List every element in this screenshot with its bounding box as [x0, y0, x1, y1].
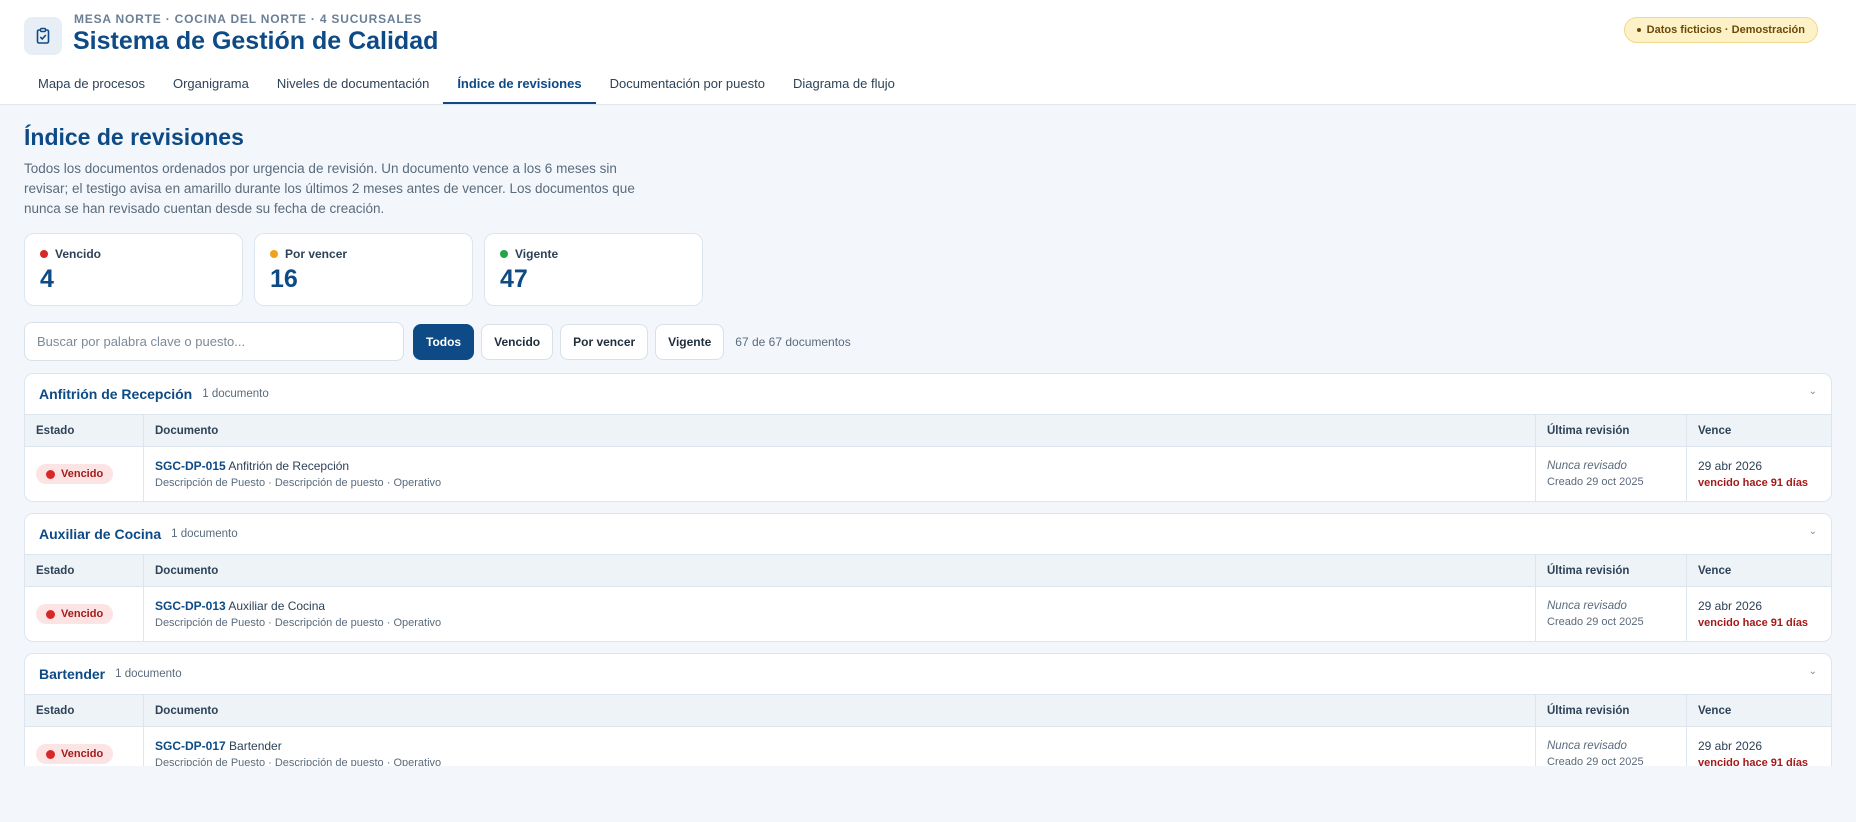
status-badge: Vencido [36, 464, 114, 484]
column-header: Última revisión [1535, 415, 1686, 446]
tab-diagrama-de-flujo[interactable]: Diagrama de flujo [779, 69, 909, 104]
group-header[interactable]: Auxiliar de Cocina 1 documento ⌄ [25, 514, 1831, 554]
column-header: Última revisión [1535, 695, 1686, 726]
group-auxiliar-de-cocina: Auxiliar de Cocina 1 documento ⌄ Estado … [24, 513, 1832, 642]
tab-indice-de-revisiones[interactable]: Índice de revisiones [443, 69, 596, 104]
filter-toolbar: Todos Vencido Por vencer Vigente 67 de 6… [24, 322, 851, 361]
column-header: Estado [36, 704, 75, 717]
search-input[interactable] [24, 322, 404, 361]
table-header: Estado Documento Última revisión Vence [25, 414, 1831, 447]
column-header: Documento [143, 695, 1535, 726]
status-dot-icon [46, 469, 55, 479]
chevron-down-icon[interactable]: ⌄ [1809, 526, 1817, 537]
status-badge: Vencido [36, 604, 114, 624]
table-row[interactable]: Vencido SGC-DP-013 Auxiliar de Cocina De… [25, 587, 1831, 641]
document-groups: Anfitrión de Recepción 1 documento ⌄ Est… [24, 373, 1832, 793]
column-header: Vence [1686, 555, 1831, 586]
document-title: Anfitrión de Recepción [228, 459, 350, 473]
created-date: Creado 29 oct 2025 [1547, 476, 1644, 488]
filter-vigente-button[interactable]: Vigente [655, 323, 725, 360]
status-dot-icon [500, 250, 508, 258]
status-dot-icon [46, 609, 55, 619]
result-count: 67 de 67 documentos [735, 334, 851, 349]
scroll-cutoff [0, 766, 1856, 822]
app-header: MESA NORTE · COCINA DEL NORTE · 4 SUCURS… [0, 0, 1856, 105]
document-title: Auxiliar de Cocina [228, 599, 326, 613]
created-date: Creado 29 oct 2025 [1547, 616, 1644, 628]
group-name: Bartender [39, 666, 106, 682]
bullet-icon [1636, 28, 1641, 32]
group-count: 1 documento [202, 388, 269, 400]
column-header: Última revisión [1535, 555, 1686, 586]
last-review: Nunca revisado [1547, 740, 1627, 752]
tab-documentacion-por-puesto[interactable]: Documentación por puesto [596, 69, 779, 104]
table-header: Estado Documento Última revisión Vence [25, 554, 1831, 587]
group-bartender: Bartender 1 documento ⌄ Estado Documento… [24, 653, 1832, 782]
demo-badge: Datos ficticios · Demostración [1623, 17, 1818, 43]
filter-todos-button[interactable]: Todos [413, 323, 475, 360]
chevron-down-icon[interactable]: ⌄ [1809, 386, 1817, 397]
document-code[interactable]: SGC-DP-013 [155, 599, 226, 613]
filter-por-vencer-button[interactable]: Por vencer [560, 323, 649, 360]
status-dot-icon [40, 250, 48, 258]
status-badge: Vencido [36, 744, 114, 764]
due-date: 29 abr 2026 [1698, 459, 1763, 473]
column-header: Vence [1686, 415, 1831, 446]
column-header: Estado [36, 424, 75, 437]
column-header: Documento [143, 415, 1535, 446]
group-name: Auxiliar de Cocina [39, 526, 162, 542]
app-title: Sistema de Gestión de Calidad [73, 27, 439, 55]
column-header: Vence [1686, 695, 1831, 726]
due-date: 29 abr 2026 [1698, 739, 1763, 753]
group-count: 1 documento [171, 528, 238, 540]
last-review: Nunca revisado [1547, 600, 1627, 612]
tab-organigrama[interactable]: Organigrama [159, 69, 263, 104]
main-tabs: Mapa de procesos Organigrama Niveles de … [24, 69, 909, 104]
stat-card-por-vencer: Por vencer 16 [254, 233, 473, 306]
stat-card-vencido: Vencido 4 [24, 233, 243, 306]
document-meta: Descripción de Puesto · Descripción de p… [155, 617, 442, 629]
filter-vencido-button[interactable]: Vencido [481, 323, 554, 360]
group-anfitrion-de-recepcion: Anfitrión de Recepción 1 documento ⌄ Est… [24, 373, 1832, 502]
last-review: Nunca revisado [1547, 460, 1627, 472]
stat-card-vigente: Vigente 47 [484, 233, 703, 306]
app-eyebrow: MESA NORTE · COCINA DEL NORTE · 4 SUCURS… [74, 12, 423, 26]
stat-label: Vigente [515, 247, 559, 261]
due-note: vencido hace 91 días [1698, 477, 1809, 489]
tab-niveles-de-documentacion[interactable]: Niveles de documentación [263, 69, 443, 104]
group-header[interactable]: Anfitrión de Recepción 1 documento ⌄ [25, 374, 1831, 414]
page-description: Todos los documentos ordenados por urgen… [24, 161, 635, 216]
status-dot-icon [270, 250, 278, 258]
document-code[interactable]: SGC-DP-017 [155, 739, 226, 753]
group-header[interactable]: Bartender 1 documento ⌄ [25, 654, 1831, 694]
group-count: 1 documento [115, 668, 182, 680]
column-header: Estado [36, 564, 75, 577]
document-title: Bartender [229, 739, 282, 753]
demo-badge-label: Datos ficticios · Demostración [1646, 24, 1805, 36]
document-code[interactable]: SGC-DP-015 [155, 459, 226, 473]
document-meta: Descripción de Puesto · Descripción de p… [155, 477, 442, 489]
tab-mapa-de-procesos[interactable]: Mapa de procesos [24, 69, 159, 104]
table-header: Estado Documento Última revisión Vence [25, 694, 1831, 727]
stat-value: 16 [270, 265, 298, 293]
stat-label: Vencido [55, 247, 102, 261]
clipboard-check-icon [24, 17, 62, 55]
table-row[interactable]: Vencido SGC-DP-015 Anfitrión de Recepció… [25, 447, 1831, 501]
page-title: Índice de revisiones [24, 124, 244, 150]
column-header: Documento [143, 555, 1535, 586]
group-name: Anfitrión de Recepción [39, 386, 193, 402]
stat-value: 47 [500, 265, 528, 293]
stat-label: Por vencer [285, 247, 348, 261]
due-date: 29 abr 2026 [1698, 599, 1763, 613]
chevron-down-icon[interactable]: ⌄ [1809, 666, 1817, 677]
status-dot-icon [46, 749, 55, 759]
stat-value: 4 [40, 265, 54, 293]
due-note: vencido hace 91 días [1698, 617, 1809, 629]
status-summary: Vencido 4 Por vencer 16 Vigente 47 [24, 233, 703, 306]
